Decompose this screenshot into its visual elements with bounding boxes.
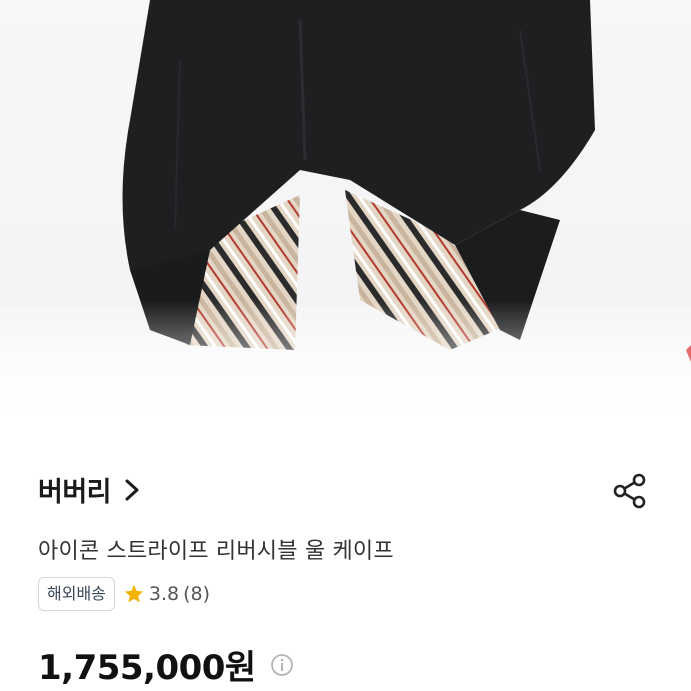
info-icon[interactable] [270,653,294,677]
product-title: 아이콘 스트라이프 리버시블 울 케이프 [38,539,394,564]
rating[interactable]: 3.8 (8) [123,583,210,605]
product-detail-page: 버버리 아이콘 스트라이프 리버시블 울 케이프 해외배송 3.8 (8) 1,7… [0,0,691,691]
price: 1,755,000원 [38,648,256,688]
overseas-shipping-badge: 해외배송 [38,577,115,611]
rating-count: (8) [183,583,211,605]
share-icon[interactable] [611,472,649,510]
rating-score: 3.8 [148,583,180,605]
chevron-right-icon [125,479,139,500]
brand-link[interactable]: 버버리 [38,470,143,509]
brand-name: 버버리 [38,477,112,508]
cape-photo [0,0,691,430]
price-row: 1,755,000원 [38,640,294,689]
product-meta: 해외배송 3.8 (8) [38,577,210,611]
product-image[interactable] [0,0,691,430]
star-icon [124,584,144,603]
